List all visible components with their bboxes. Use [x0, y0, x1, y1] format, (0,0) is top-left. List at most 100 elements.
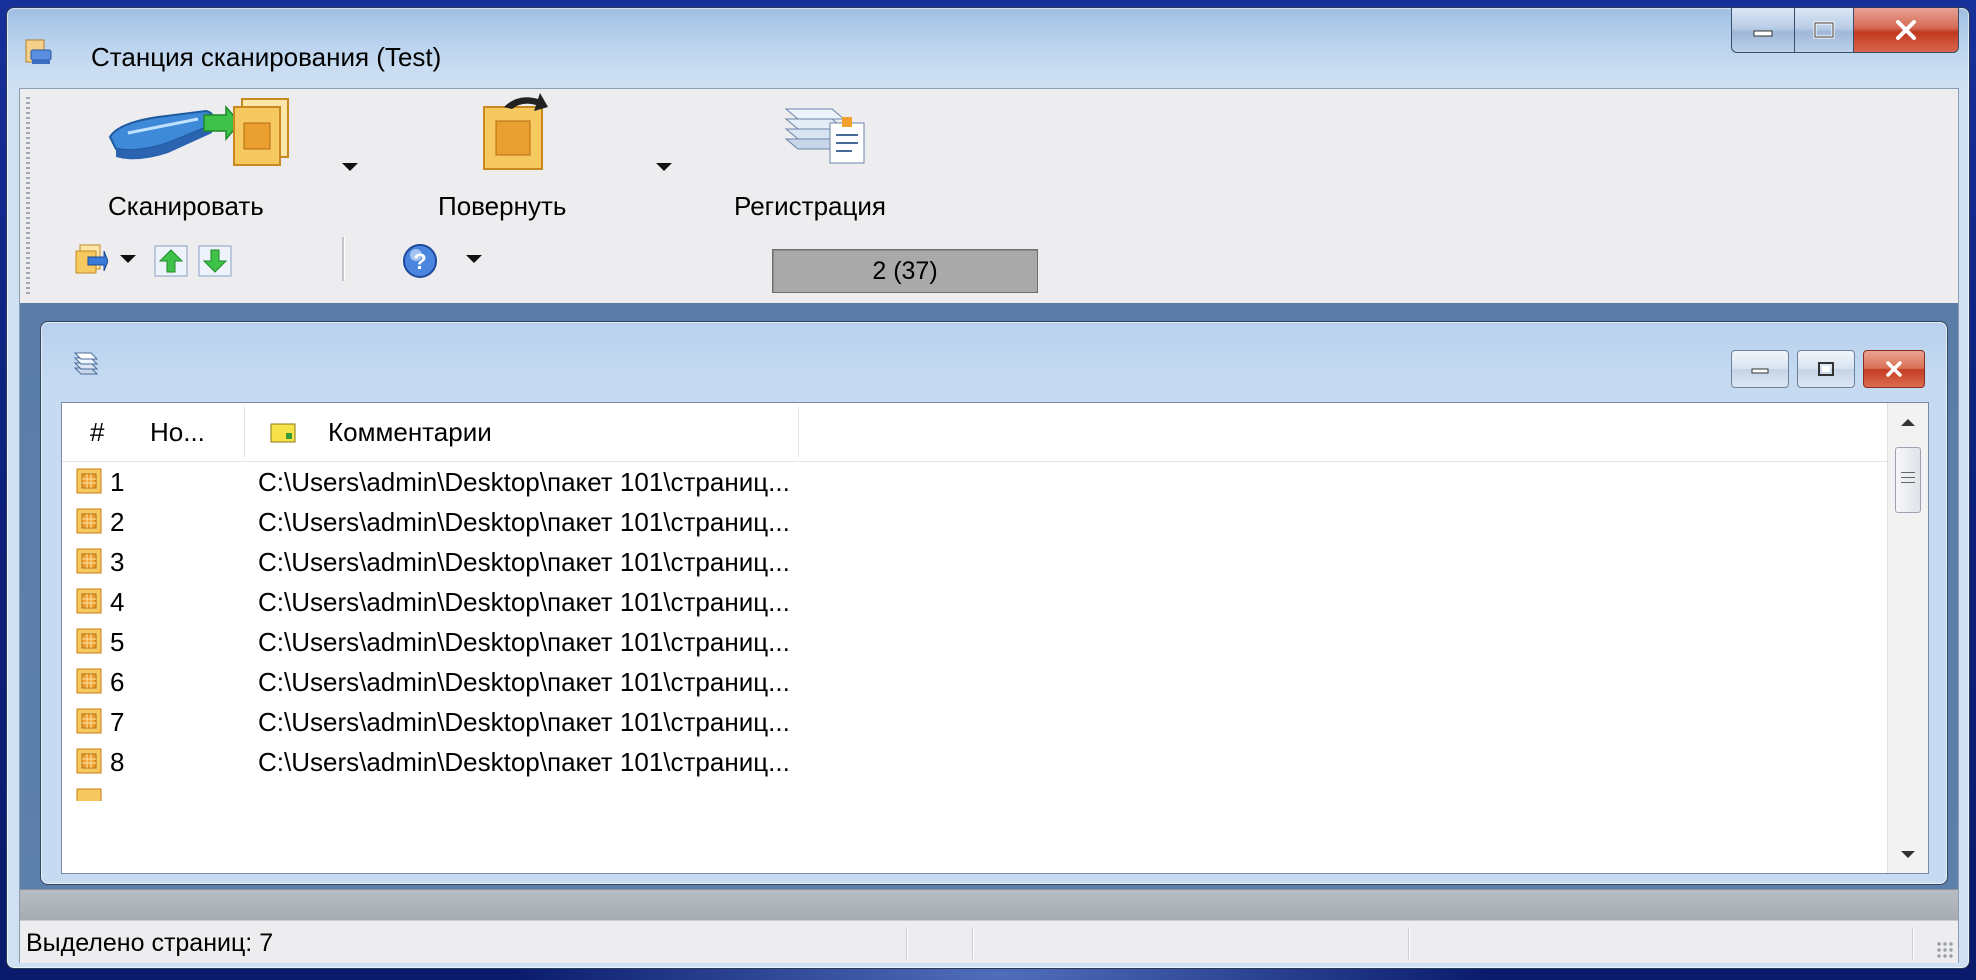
chevron-down-icon — [1901, 850, 1915, 858]
row-path: C:\Users\admin\Desktop\пакет 101\страниц… — [258, 507, 790, 537]
list-row[interactable]: 7 C:\Users\admin\Desktop\пакет 101\стран… — [62, 701, 1888, 741]
register-documents-icon — [784, 108, 865, 164]
column-header-name[interactable]: Но... — [150, 403, 205, 461]
list-row[interactable]: 3 C:\Users\admin\Desktop\пакет 101\стран… — [62, 541, 1888, 581]
scroll-up-button[interactable] — [1888, 403, 1928, 441]
scanner-icon — [108, 98, 289, 166]
main-window: Станция сканирования (Test) Сканировать … — [6, 7, 1970, 969]
caption-buttons — [1731, 8, 1959, 53]
column-divider[interactable] — [244, 407, 245, 457]
list-row[interactable]: 1 C:\Users\admin\Desktop\пакет 101\стран… — [62, 461, 1888, 501]
minimize-icon — [1753, 30, 1773, 37]
page-icon — [76, 508, 102, 534]
close-icon — [1886, 361, 1902, 377]
list-row[interactable]: 5 C:\Users\admin\Desktop\пакет 101\стран… — [62, 621, 1888, 661]
register-label: Регистрация — [734, 191, 886, 221]
rotate-page-icon — [483, 93, 548, 170]
row-number: 6 — [110, 667, 125, 697]
row-number: 5 — [110, 627, 125, 657]
page-icon — [76, 468, 102, 494]
splitter-bar[interactable] — [20, 889, 1958, 920]
window-title: Станция сканирования (Test) — [91, 42, 442, 72]
row-number: 2 — [110, 507, 125, 537]
scan-label: Сканировать — [108, 191, 264, 221]
page-icon — [76, 628, 102, 654]
scan-dropdown-arrow[interactable] — [342, 163, 358, 171]
row-path: C:\Users\admin\Desktop\пакет 101\страниц… — [258, 667, 790, 697]
export-icon[interactable] — [74, 243, 108, 275]
pages-list[interactable]: # Но... Комментарии 1 C:\Users\admin\Des… — [61, 402, 1929, 874]
status-separator — [972, 927, 974, 959]
row-path: C:\Users\admin\Desktop\пакет 101\страниц… — [258, 747, 790, 777]
rotate-button[interactable]: Повернуть — [438, 93, 618, 221]
arrow-down-icon[interactable] — [198, 245, 232, 277]
pages-child-window: # Но... Комментарии 1 C:\Users\admin\Des… — [40, 321, 1948, 885]
minimize-button[interactable] — [1731, 8, 1795, 53]
row-number: 3 — [110, 547, 125, 577]
maximize-icon — [1818, 362, 1834, 376]
list-row[interactable]: 8 C:\Users\admin\Desktop\пакет 101\стран… — [62, 741, 1888, 781]
scan-station-icon — [25, 39, 52, 64]
page-icon — [76, 748, 102, 774]
column-divider[interactable] — [798, 407, 799, 457]
scroll-down-button[interactable] — [1888, 835, 1928, 873]
rotate-label: Повернуть — [438, 191, 567, 221]
page-icon — [76, 668, 102, 694]
child-caption-buttons — [1731, 350, 1925, 388]
list-row-partial[interactable] — [62, 781, 1888, 801]
arrow-up-icon[interactable] — [154, 245, 188, 277]
row-number: 8 — [110, 747, 125, 777]
help-dropdown-arrow[interactable] — [466, 255, 482, 263]
list-row[interactable]: 6 C:\Users\admin\Desktop\пакет 101\стран… — [62, 661, 1888, 701]
column-header-num[interactable]: # — [90, 403, 104, 461]
page-counter: 2 (37) — [772, 249, 1038, 293]
maximize-button[interactable] — [1795, 8, 1854, 53]
page-icon — [76, 788, 102, 801]
export-dropdown-arrow[interactable] — [120, 255, 136, 263]
close-button[interactable] — [1854, 8, 1959, 53]
scan-button[interactable]: Сканировать — [108, 93, 308, 221]
row-path: C:\Users\admin\Desktop\пакет 101\страниц… — [258, 547, 790, 577]
comment-icon — [270, 423, 296, 443]
list-rows: 1 C:\Users\admin\Desktop\пакет 101\стран… — [62, 461, 1888, 801]
child-close-button[interactable] — [1863, 350, 1925, 388]
status-bar: Выделено страниц: 7 — [20, 920, 1958, 963]
list-row[interactable]: 4 C:\Users\admin\Desktop\пакет 101\стран… — [62, 581, 1888, 621]
svg-text:?: ? — [413, 249, 426, 274]
row-path: C:\Users\admin\Desktop\пакет 101\страниц… — [258, 467, 790, 497]
toolbar: Сканировать Повернуть Регистрация ? 2 (3… — [20, 89, 1958, 303]
title-bar[interactable]: Станция сканирования (Test) — [7, 8, 1969, 88]
page-icon — [76, 548, 102, 574]
toolbar-separator — [342, 237, 345, 281]
page-icon — [76, 708, 102, 734]
minimize-icon — [1751, 368, 1769, 374]
status-selected-pages: Выделено страниц: 7 — [26, 929, 274, 957]
row-number: 7 — [110, 707, 125, 737]
row-path: C:\Users\admin\Desktop\пакет 101\страниц… — [258, 707, 790, 737]
page-icon — [76, 588, 102, 614]
status-separator — [1912, 927, 1914, 959]
help-icon[interactable]: ? — [402, 243, 438, 279]
thumb-grip-icon — [1901, 472, 1915, 487]
status-separator — [906, 927, 908, 959]
rotate-dropdown-arrow[interactable] — [656, 163, 672, 171]
register-button[interactable]: Регистрация — [720, 93, 920, 221]
page-stack-icon — [73, 352, 99, 375]
close-icon — [1896, 20, 1916, 40]
child-minimize-button[interactable] — [1731, 350, 1789, 388]
list-header: # Но... Комментарии — [62, 403, 1888, 462]
chevron-up-icon — [1901, 418, 1915, 426]
scroll-thumb[interactable] — [1895, 447, 1921, 513]
client-area: Сканировать Повернуть Регистрация ? 2 (3… — [19, 88, 1959, 963]
maximize-icon — [1813, 21, 1835, 39]
status-separator — [1408, 927, 1410, 959]
column-header-comments[interactable]: Комментарии — [328, 403, 492, 461]
row-path: C:\Users\admin\Desktop\пакет 101\страниц… — [258, 627, 790, 657]
row-number: 1 — [110, 467, 125, 497]
resize-grip[interactable] — [1936, 941, 1954, 959]
row-number: 4 — [110, 587, 125, 617]
child-maximize-button[interactable] — [1797, 350, 1855, 388]
vertical-scrollbar[interactable] — [1887, 403, 1928, 873]
list-row[interactable]: 2 C:\Users\admin\Desktop\пакет 101\стран… — [62, 501, 1888, 541]
toolbar-grip[interactable] — [26, 97, 30, 297]
